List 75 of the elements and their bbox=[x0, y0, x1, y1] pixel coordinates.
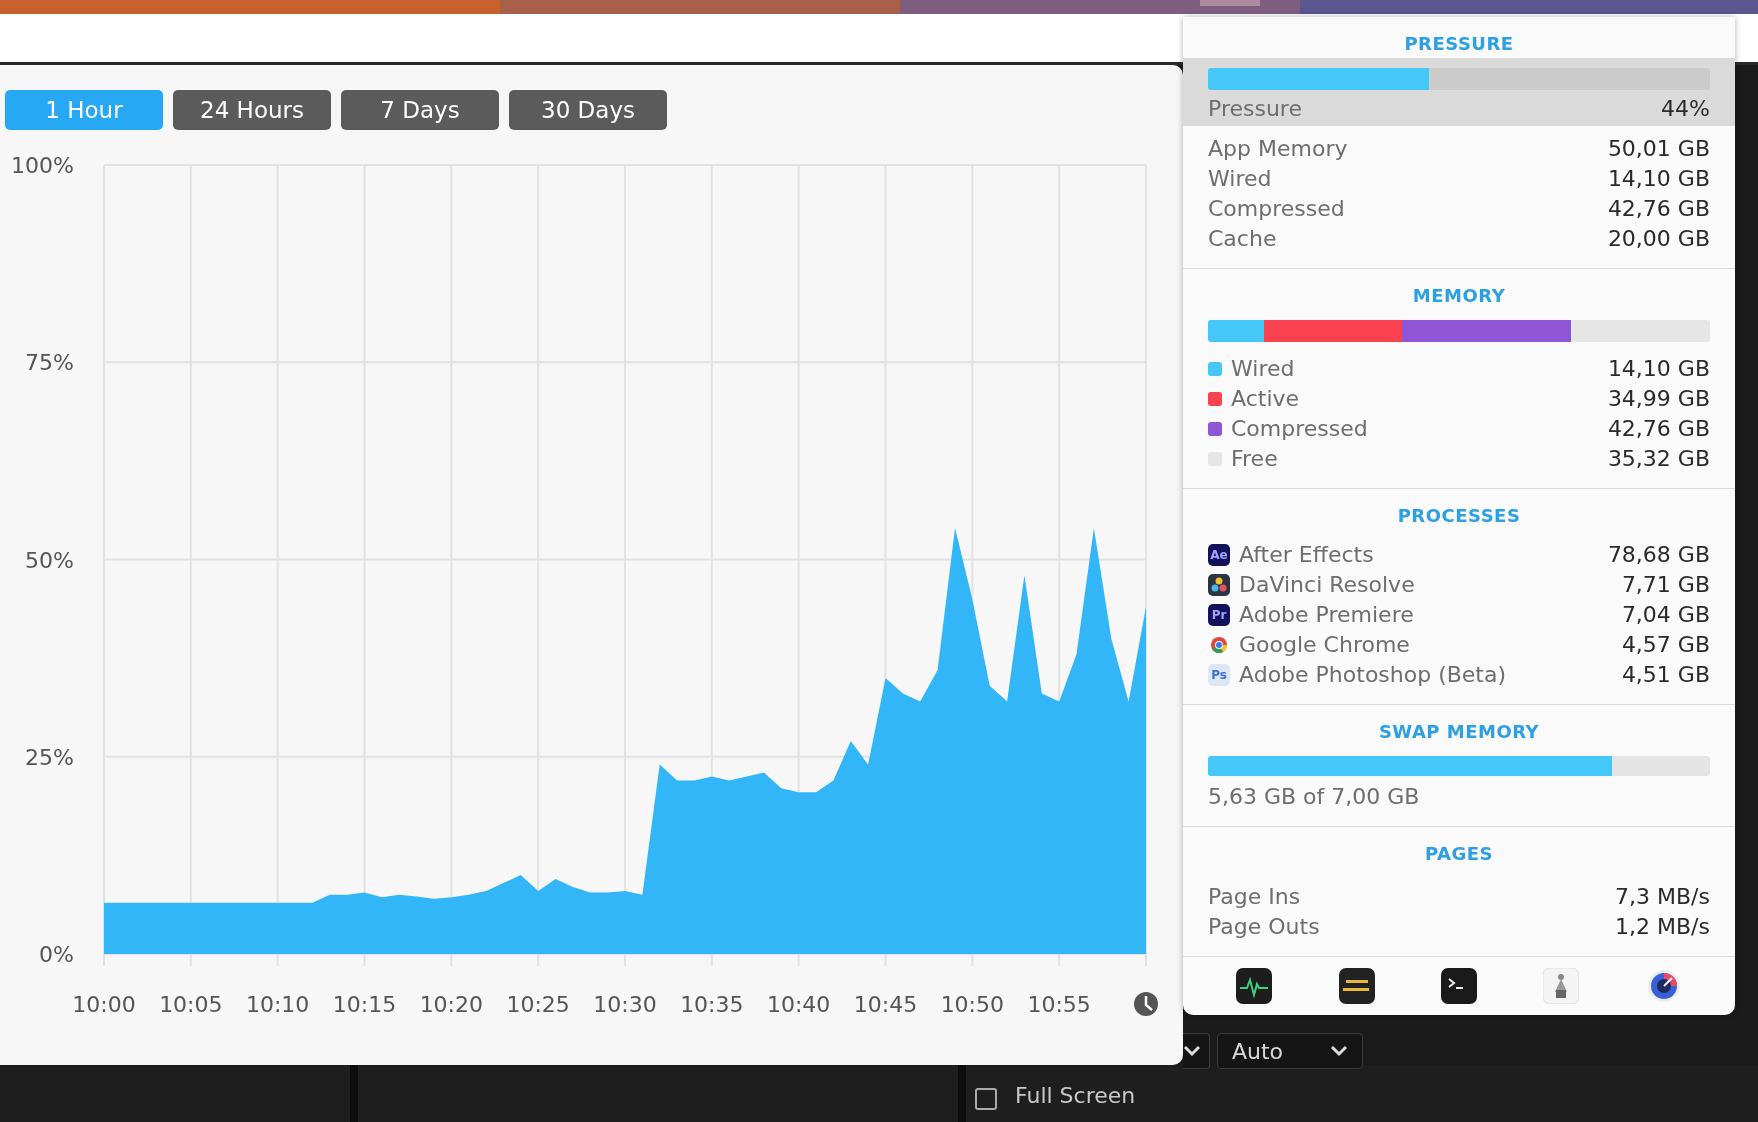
row-value: 35,32 GB bbox=[1607, 445, 1710, 473]
row-value: 14,10 GB bbox=[1607, 355, 1710, 383]
row-value: 42,76 GB bbox=[1607, 195, 1710, 223]
axis-label: 10:40 bbox=[766, 992, 831, 1017]
chevron-icon bbox=[1330, 1045, 1348, 1057]
range-tab[interactable]: 30 Days bbox=[509, 90, 667, 130]
app-icon bbox=[1208, 634, 1230, 656]
process-name: Google Chrome bbox=[1239, 631, 1410, 659]
axis-label: 10:50 bbox=[940, 992, 1005, 1017]
process-name: DaVinci Resolve bbox=[1239, 571, 1415, 599]
row-value: 20,00 GB bbox=[1607, 225, 1710, 253]
dropdown[interactable] bbox=[1183, 1033, 1210, 1069]
row-value: 1,2 MB/s bbox=[1615, 913, 1710, 941]
log-icon[interactable] bbox=[1338, 968, 1375, 1004]
row-value: 42,76 GB bbox=[1607, 415, 1710, 443]
axis-label: 10:35 bbox=[680, 992, 744, 1017]
axis-label: 10:15 bbox=[332, 992, 397, 1017]
row-label: Page Ins bbox=[1208, 883, 1301, 911]
row-label: App Memory bbox=[1208, 135, 1348, 163]
axis-label: 10:30 bbox=[593, 992, 657, 1017]
chevron-icon bbox=[1183, 1045, 1201, 1057]
app-icon: Ps bbox=[1208, 664, 1230, 686]
axis-label: 10:20 bbox=[419, 992, 484, 1017]
process-name: After Effects bbox=[1239, 541, 1374, 569]
axis-label: 10:05 bbox=[159, 992, 223, 1017]
row-value: 78,68 GB bbox=[1607, 541, 1710, 569]
axis-label: 10:10 bbox=[245, 992, 310, 1017]
checkbox[interactable] bbox=[975, 1088, 997, 1110]
axis-label: 10:25 bbox=[506, 992, 570, 1017]
axis-label: 10:55 bbox=[1027, 992, 1091, 1017]
process-name: Adobe Premiere bbox=[1239, 601, 1414, 629]
row-label: Active bbox=[1231, 385, 1300, 413]
swap-reading: 5,63 GB of 7,00 GB bbox=[1208, 783, 1420, 811]
axis-label: 10:45 bbox=[853, 992, 918, 1017]
section-title: MEMORY bbox=[1411, 285, 1507, 306]
row-label: Pressure bbox=[1208, 95, 1302, 123]
checkbox-label: Full Screen bbox=[1015, 1083, 1136, 1108]
process-name: Adobe Photoshop (Beta) bbox=[1239, 661, 1507, 689]
row-value: 44% bbox=[1661, 95, 1710, 123]
row-label: Wired bbox=[1231, 355, 1295, 383]
row-label: Wired bbox=[1208, 165, 1272, 193]
axis-label: 0% bbox=[39, 942, 74, 967]
tool-icon[interactable] bbox=[1543, 968, 1580, 1004]
axis-label: 75% bbox=[25, 350, 74, 376]
row-label: Compressed bbox=[1208, 195, 1345, 223]
axis-label: 25% bbox=[25, 744, 74, 770]
terminal-icon[interactable] bbox=[1440, 968, 1477, 1004]
section-title: PRESSURE bbox=[1403, 33, 1515, 54]
row-label: Page Outs bbox=[1208, 913, 1320, 941]
resolution-dropdown[interactable]: Auto bbox=[1217, 1033, 1363, 1069]
row-label: Compressed bbox=[1231, 415, 1368, 443]
row-label: Cache bbox=[1208, 225, 1277, 253]
section-title: SWAP MEMORY bbox=[1377, 721, 1541, 742]
row-value: 7,04 GB bbox=[1621, 601, 1710, 629]
axis-label: 50% bbox=[25, 547, 74, 573]
heartbeat-icon[interactable] bbox=[1236, 968, 1273, 1004]
section-title: PROCESSES bbox=[1396, 505, 1522, 526]
row-value: 7,3 MB/s bbox=[1615, 883, 1710, 911]
app-icon bbox=[1208, 574, 1230, 596]
row-label: Free bbox=[1231, 445, 1278, 473]
axis-label: 10:00 bbox=[72, 992, 136, 1017]
app-icon: Pr bbox=[1208, 604, 1230, 626]
gauge-icon[interactable] bbox=[1645, 968, 1682, 1004]
row-value: 4,57 GB bbox=[1621, 631, 1710, 659]
section-title: PAGES bbox=[1424, 843, 1494, 864]
row-value: 14,10 GB bbox=[1607, 165, 1710, 193]
row-value: 34,99 GB bbox=[1607, 385, 1710, 413]
clock-icon[interactable] bbox=[1134, 992, 1158, 1016]
range-tab[interactable]: 7 Days bbox=[341, 90, 499, 130]
app-icon: Ae bbox=[1208, 544, 1230, 566]
range-tab[interactable]: 24 Hours bbox=[173, 90, 331, 130]
axis-label: 100% bbox=[11, 153, 74, 178]
row-value: 4,51 GB bbox=[1621, 661, 1710, 689]
row-value: 50,01 GB bbox=[1607, 135, 1710, 163]
row-value: 7,71 GB bbox=[1621, 571, 1710, 599]
